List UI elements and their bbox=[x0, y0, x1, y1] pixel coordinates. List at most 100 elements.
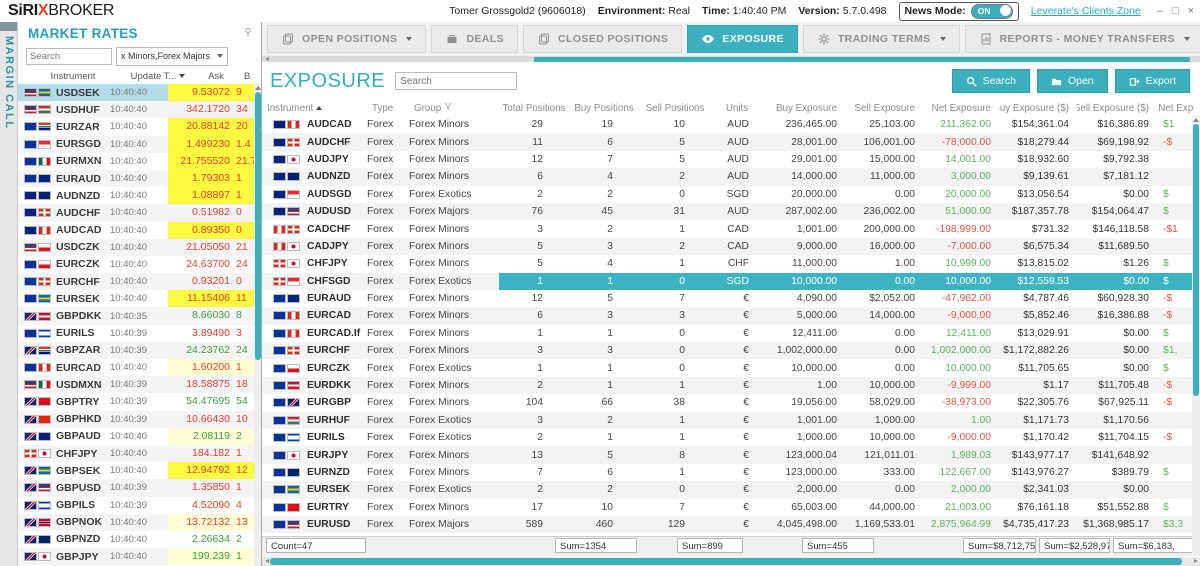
exposure-row[interactable]: AUDUSDForexForex Majors764531AUD287,002.… bbox=[262, 203, 1200, 220]
col-group[interactable]: Group bbox=[409, 103, 499, 114]
market-rate-row[interactable]: USDMXN10:40:3918.5887518 bbox=[18, 376, 261, 393]
market-rate-row[interactable]: GBPUSD10:40:391.358501 bbox=[18, 479, 261, 496]
market-rate-row[interactable]: CHFJPY10:40:40184.1821 bbox=[18, 445, 261, 462]
exposure-row[interactable]: EURHUFForexForex Exotics321€1,001.001,00… bbox=[262, 412, 1200, 429]
col-update-time[interactable]: Update T... bbox=[128, 71, 188, 82]
tab-trading-terms[interactable]: TRADING TERMS bbox=[803, 25, 960, 53]
market-rate-row[interactable]: GBPSEK10:40:4012.9479212 bbox=[18, 462, 261, 479]
market-rate-row[interactable]: EURSGD10:40:401.4992301.4 bbox=[18, 136, 261, 153]
market-rate-row[interactable]: EURCAD10:40:401.602001 bbox=[18, 359, 261, 376]
market-rate-row[interactable]: USDSEK10:40:409.530729 bbox=[18, 84, 261, 101]
market-rate-row[interactable]: EURZAR10:40:4020.8814220 bbox=[18, 118, 261, 135]
close-button[interactable]: × bbox=[1188, 5, 1194, 17]
market-rate-row[interactable]: USDHUF10:40:40342.172034 bbox=[18, 101, 261, 118]
market-rate-row[interactable]: EURMXN10:40:4021.75552021.7 bbox=[18, 153, 261, 170]
export-button[interactable]: Export bbox=[1115, 69, 1190, 93]
market-rate-row[interactable]: GBPILS10:40:394.520904 bbox=[18, 497, 261, 514]
col-net-expo[interactable]: Net Expo bbox=[1157, 103, 1194, 114]
exposure-row[interactable]: EURCHFForexForex Minors330€1,002,000.000… bbox=[262, 342, 1200, 359]
hscrollbar-thumb[interactable] bbox=[270, 558, 1182, 565]
col-total-positions[interactable]: Total Positions bbox=[499, 103, 569, 114]
group-cell: Forex Minors bbox=[409, 151, 499, 168]
col-bid[interactable]: B bbox=[244, 71, 261, 82]
exposure-row[interactable]: EURJPYForexForex Minors1358€123,000.0412… bbox=[262, 446, 1200, 463]
col-buy-positions[interactable]: Buy Positions bbox=[569, 103, 639, 114]
units: AUD bbox=[711, 168, 763, 185]
col-buy-exposure[interactable]: Buy Exposure bbox=[763, 103, 845, 114]
exposure-row[interactable]: EURTRYForexForex Minors17107€65,003.0044… bbox=[262, 499, 1200, 516]
clients-zone-link[interactable]: Leverate's Clients Zone bbox=[1031, 5, 1141, 17]
market-rate-row[interactable]: GBPJPY10:40:40199.2391 bbox=[18, 548, 261, 565]
market-rate-row[interactable]: AUDNZD10:40:401.088971 bbox=[18, 187, 261, 204]
exposure-row[interactable]: EURILSForexForex Exotics211€1,000.0010,0… bbox=[262, 429, 1200, 446]
col-sell-exposure[interactable]: Sell Exposure bbox=[845, 103, 923, 114]
minimize-button[interactable]: – bbox=[1157, 5, 1163, 17]
tab-open-positions[interactable]: OPEN POSITIONS bbox=[267, 25, 426, 53]
col-instrument[interactable]: Instrument bbox=[18, 71, 128, 82]
exposure-row[interactable]: CADCHFForexForex Minors321CAD1,001.00200… bbox=[262, 220, 1200, 237]
exposure-row-selected[interactable]: CHFSGDForexForex Exotics110SGD10,000.000… bbox=[262, 273, 1200, 290]
market-rate-row[interactable]: GBPHKD10:40:3910.6643010 bbox=[18, 411, 261, 428]
market-rate-row[interactable]: EURSEK10:40:4011.1540611 bbox=[18, 290, 261, 307]
maximize-button[interactable]: □ bbox=[1172, 5, 1179, 17]
tab-exposure[interactable]: EXPOSURE bbox=[687, 25, 798, 53]
market-rate-row[interactable]: GBPNZD10:40:402.266342 bbox=[18, 531, 261, 548]
market-rates-search-input[interactable] bbox=[26, 48, 112, 65]
exposure-row[interactable]: EURCADForexForex Minors633€5,000.0014,00… bbox=[262, 307, 1200, 324]
market-rate-row[interactable]: GBPDKK10:40:358.660308 bbox=[18, 307, 261, 324]
market-rates-scrollbar[interactable] bbox=[254, 84, 261, 566]
vertical-scrollbar[interactable] bbox=[1192, 116, 1200, 556]
vscrollbar-thumb[interactable] bbox=[1193, 124, 1199, 396]
market-rate-row[interactable]: GBPNOK10:40:4013.7213213 bbox=[18, 514, 261, 531]
exposure-search-input[interactable] bbox=[395, 72, 517, 90]
exposure-row[interactable]: AUDJPYForexForex Minors1275AUD29,001.001… bbox=[262, 151, 1200, 168]
col-sell-positions[interactable]: Sell Positions bbox=[639, 103, 711, 114]
col-sell-exposure[interactable]: Sell Exposure ($) bbox=[1077, 103, 1157, 114]
margin-call-panel-tab[interactable]: MARGIN CALL bbox=[0, 22, 18, 566]
search-button[interactable]: Search bbox=[952, 69, 1030, 93]
exposure-row[interactable]: EURSEKForexForex Exotics220€2,000.000.00… bbox=[262, 481, 1200, 498]
exposure-row[interactable]: CADJPYForexForex Minors532CAD9,000.0016,… bbox=[262, 238, 1200, 255]
col-net-exposure[interactable]: Net Exposure bbox=[923, 103, 999, 114]
scrollbar-thumb[interactable] bbox=[255, 92, 261, 360]
market-rate-row[interactable]: EURCHF10:40:400.932010 bbox=[18, 273, 261, 290]
market-rate-row[interactable]: EURCZK10:40:4024.6370024 bbox=[18, 256, 261, 273]
exposure-row[interactable]: EURNZDForexForex Minors761€123,000.00333… bbox=[262, 464, 1200, 481]
market-rate-row[interactable]: EURAUD10:40:401.793031 bbox=[18, 170, 261, 187]
ask-price: 184.182 bbox=[168, 445, 234, 462]
tabs-scrollbar-thumb[interactable] bbox=[534, 57, 1190, 62]
instrument-filter-dropdown[interactable]: x Minors,Forex Majors bbox=[116, 47, 228, 66]
exposure-row[interactable]: EURUSDForexForex Majors589460129€4,045,4… bbox=[262, 516, 1200, 533]
exposure-row[interactable]: EURCAD.IfForexForex Minors110€12,411.000… bbox=[262, 325, 1200, 342]
market-rate-row[interactable]: EURILS10:40:393.894903 bbox=[18, 325, 261, 342]
tab-reports-money-transfers[interactable]: REPORTS - MONEY TRANSFERS bbox=[965, 25, 1200, 53]
exposure-row[interactable]: AUDNZDForexForex Minors642AUD14,000.0011… bbox=[262, 168, 1200, 185]
pin-icon[interactable] bbox=[243, 24, 253, 42]
col-ask[interactable]: Ask bbox=[188, 71, 244, 82]
exposure-row[interactable]: EURDKKForexForex Minors211€1.0010,000.00… bbox=[262, 377, 1200, 394]
exposure-row[interactable]: CHFJPYForexForex Minors541CHF11,000.001.… bbox=[262, 255, 1200, 272]
exposure-row[interactable]: EURAUDForexForex Minors1257€4,090.00$2,0… bbox=[262, 290, 1200, 307]
exposure-row[interactable]: AUDSGDForexForex Exotics220SGD20,000.000… bbox=[262, 186, 1200, 203]
open-button[interactable]: Open bbox=[1037, 69, 1108, 93]
market-rate-row[interactable]: AUDCAD10:40:400.893500 bbox=[18, 222, 261, 239]
tab-deals[interactable]: DEALS bbox=[431, 25, 518, 53]
tabs-scrollbar[interactable] bbox=[262, 57, 1200, 62]
exposure-row[interactable]: EURGBPForexForex Minors1046638€19,056.00… bbox=[262, 394, 1200, 411]
tab-closed-positions[interactable]: CLOSED POSITIONS bbox=[523, 25, 682, 53]
exposure-row[interactable]: AUDCHFForexForex Minors1165AUD28,001.001… bbox=[262, 133, 1200, 150]
col-units[interactable]: Units bbox=[711, 103, 763, 114]
market-rate-row[interactable]: AUDCHF10:40:400.519820 bbox=[18, 204, 261, 221]
col-instrument[interactable]: Instrument bbox=[262, 103, 367, 114]
exposure-row[interactable]: EURCZKForexForex Exotics110€10,000.000.0… bbox=[262, 359, 1200, 376]
market-rate-row[interactable]: GBPZAR10:40:3924.2376224 bbox=[18, 342, 261, 359]
market-rate-row[interactable]: GBPAUD10:40:402.081192 bbox=[18, 428, 261, 445]
col-type[interactable]: Type bbox=[367, 103, 409, 114]
exposure-row[interactable]: AUDCADForexForex Minors291910AUD236,465.… bbox=[262, 116, 1200, 133]
news-mode-toggle[interactable]: ON bbox=[971, 4, 1013, 19]
col-buy-exposure[interactable]: Buy Exposure ($) bbox=[999, 103, 1077, 114]
market-rate-row[interactable]: USDCZK10:40:4021.0505021 bbox=[18, 239, 261, 256]
market-rate-row[interactable]: GBPTRY10:40:3954.4769554 bbox=[18, 393, 261, 410]
horizontal-scrollbar[interactable] bbox=[262, 557, 1200, 566]
window-controls: –□ × bbox=[1153, 5, 1194, 17]
